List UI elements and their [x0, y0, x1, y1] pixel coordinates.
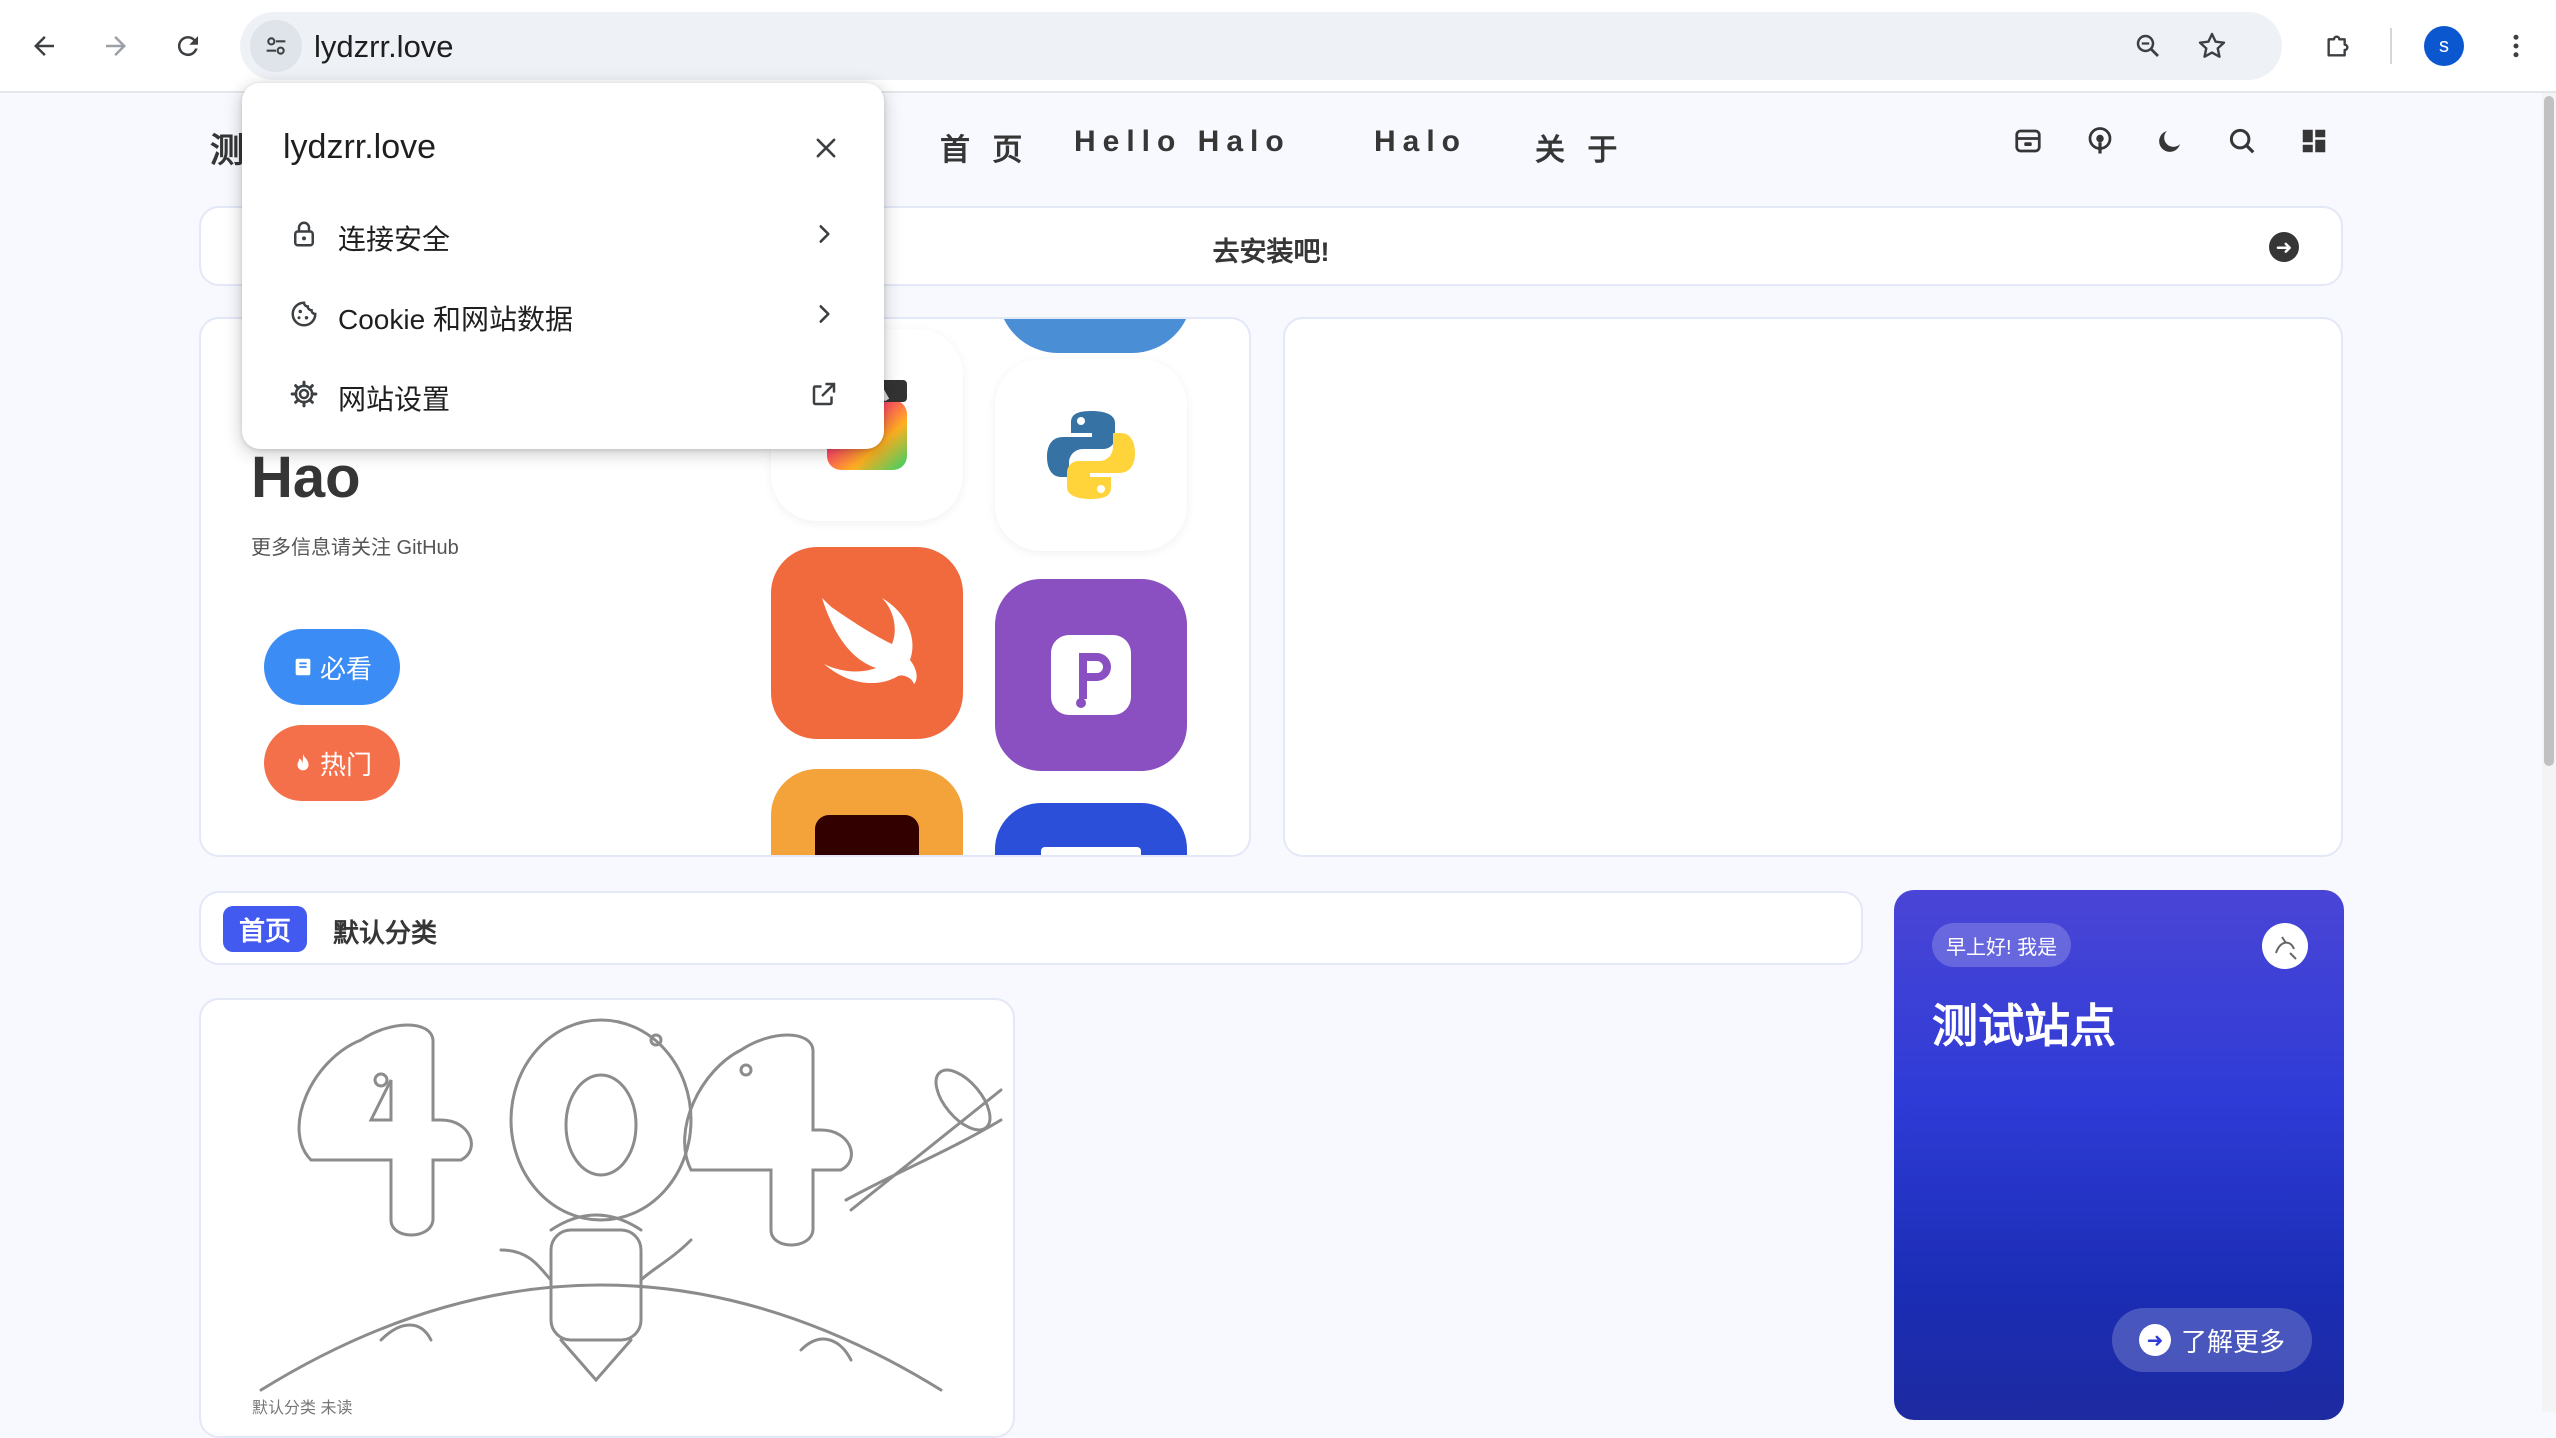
learn-more-button[interactable]: ➜ 了解更多 — [2112, 1308, 2312, 1372]
zoom-button[interactable] — [2128, 26, 2168, 66]
reload-icon — [177, 36, 198, 57]
arrow-right-icon — [106, 36, 126, 56]
console-button[interactable] — [2294, 121, 2334, 161]
back-button[interactable] — [20, 22, 68, 70]
popup-row-cookies[interactable]: Cookie 和网站数据 — [242, 274, 884, 354]
blue-app-icon — [1041, 847, 1141, 855]
category-bar: 首页 默认分类 — [199, 891, 1863, 965]
avatar-sketch-icon — [2264, 925, 2306, 967]
arrow-right-circle-icon[interactable]: ➜ — [2269, 232, 2299, 262]
forward-button[interactable] — [92, 22, 140, 70]
podcast-button[interactable] — [2080, 121, 2120, 161]
close-icon — [816, 138, 836, 158]
arrow-left-icon — [34, 36, 54, 56]
podcast-icon — [2088, 127, 2112, 154]
archive-button[interactable] — [2008, 121, 2048, 161]
hero-title: Hao — [251, 445, 361, 510]
popup-row-label: 连接安全 — [338, 224, 451, 255]
profile-avatar[interactable]: s — [2424, 26, 2464, 66]
author-greeting: 早上好! 我是 — [1932, 923, 2072, 967]
avatar[interactable] — [2262, 923, 2308, 969]
post-card[interactable] — [199, 998, 1015, 1438]
gear-icon — [284, 374, 324, 414]
hero-subtitle: 更多信息请关注 GitHub — [251, 537, 459, 559]
star-icon — [2198, 32, 2226, 58]
chevron-right-icon — [804, 294, 844, 334]
reload-button[interactable] — [164, 22, 212, 70]
browser-menu-button[interactable] — [2492, 22, 2540, 70]
archive-icon — [2015, 129, 2041, 153]
dashboard-icon — [2302, 129, 2326, 153]
site-info-popup: lydzrr.love 连接安全 Cookie 和网站数据 网站设置 — [242, 83, 884, 449]
app-tile-blue[interactable] — [995, 803, 1187, 855]
author-name: 测试站点 — [1932, 1000, 2116, 1052]
404-illustration — [259, 1018, 1003, 1392]
address-bar[interactable]: lydzrr.love — [240, 12, 2282, 80]
category-home[interactable]: 首页 — [223, 906, 307, 952]
url-text[interactable]: lydzrr.love — [314, 29, 454, 65]
must-read-label: 必看 — [319, 653, 372, 684]
popup-row-label: Cookie 和网站数据 — [338, 304, 573, 335]
lock-icon — [284, 214, 324, 254]
hot-button[interactable]: 热门 — [264, 725, 400, 801]
arrow-right-circle-icon: ➜ — [2138, 1324, 2171, 1356]
author-card: 早上好! 我是 测试站点 ➜ 了解更多 — [1894, 890, 2344, 1420]
extensions-button[interactable] — [2314, 22, 2362, 70]
learn-more-label: 了解更多 — [2180, 1326, 2285, 1357]
toolbar-separator — [2390, 28, 2392, 64]
scrollbar-thumb[interactable] — [2544, 96, 2554, 766]
app-tile-purple-p[interactable] — [995, 579, 1187, 771]
popup-row-site-settings[interactable]: 网站设置 — [242, 354, 884, 434]
puzzle-icon — [2327, 35, 2349, 57]
python-icon — [1047, 411, 1135, 499]
illustrator-icon — [815, 815, 919, 855]
popup-close-button[interactable] — [806, 128, 846, 168]
zoom-icon — [2136, 34, 2159, 57]
search-icon — [2229, 128, 2255, 154]
nav-item-hello-halo[interactable]: Hello Halo — [1074, 125, 1291, 159]
featured-card — [1283, 317, 2343, 857]
post-meta: 默认分类 未读 — [252, 1400, 353, 1417]
nav-item-home[interactable]: 首 页 — [940, 125, 1029, 169]
cookie-icon — [284, 294, 324, 334]
book-icon — [295, 658, 311, 676]
category-default[interactable]: 默认分类 — [333, 913, 437, 950]
site-logo[interactable]: 测 — [210, 123, 244, 172]
nav-item-halo[interactable]: Halo — [1374, 125, 1467, 159]
browser-toolbar: lydzrr.love s — [0, 0, 2556, 93]
app-tile-illustrator[interactable] — [771, 769, 963, 855]
hot-label: 热门 — [319, 749, 372, 780]
app-tile-swift[interactable] — [771, 547, 963, 739]
fire-icon — [297, 753, 309, 771]
dark-mode-button[interactable] — [2150, 121, 2190, 161]
nav-item-about[interactable]: 关 于 — [1535, 125, 1624, 169]
must-read-button[interactable]: 必看 — [264, 629, 400, 705]
popup-title: lydzrr.love — [283, 128, 437, 166]
tune-icon — [266, 37, 286, 55]
bookmark-button[interactable] — [2192, 26, 2232, 66]
kebab-menu-icon — [2513, 34, 2519, 58]
app-tile-python[interactable] — [995, 359, 1187, 551]
popup-row-label: 网站设置 — [338, 384, 451, 415]
site-info-button[interactable] — [250, 20, 302, 72]
app-tile-partial-top[interactable] — [998, 319, 1192, 353]
p-letter-icon — [1051, 635, 1131, 715]
moon-icon — [2159, 131, 2180, 152]
search-button[interactable] — [2222, 121, 2262, 161]
popup-row-connection-security[interactable]: 连接安全 — [242, 194, 884, 274]
chevron-right-icon — [804, 214, 844, 254]
open-external-icon — [804, 374, 844, 414]
swift-icon — [822, 598, 917, 684]
